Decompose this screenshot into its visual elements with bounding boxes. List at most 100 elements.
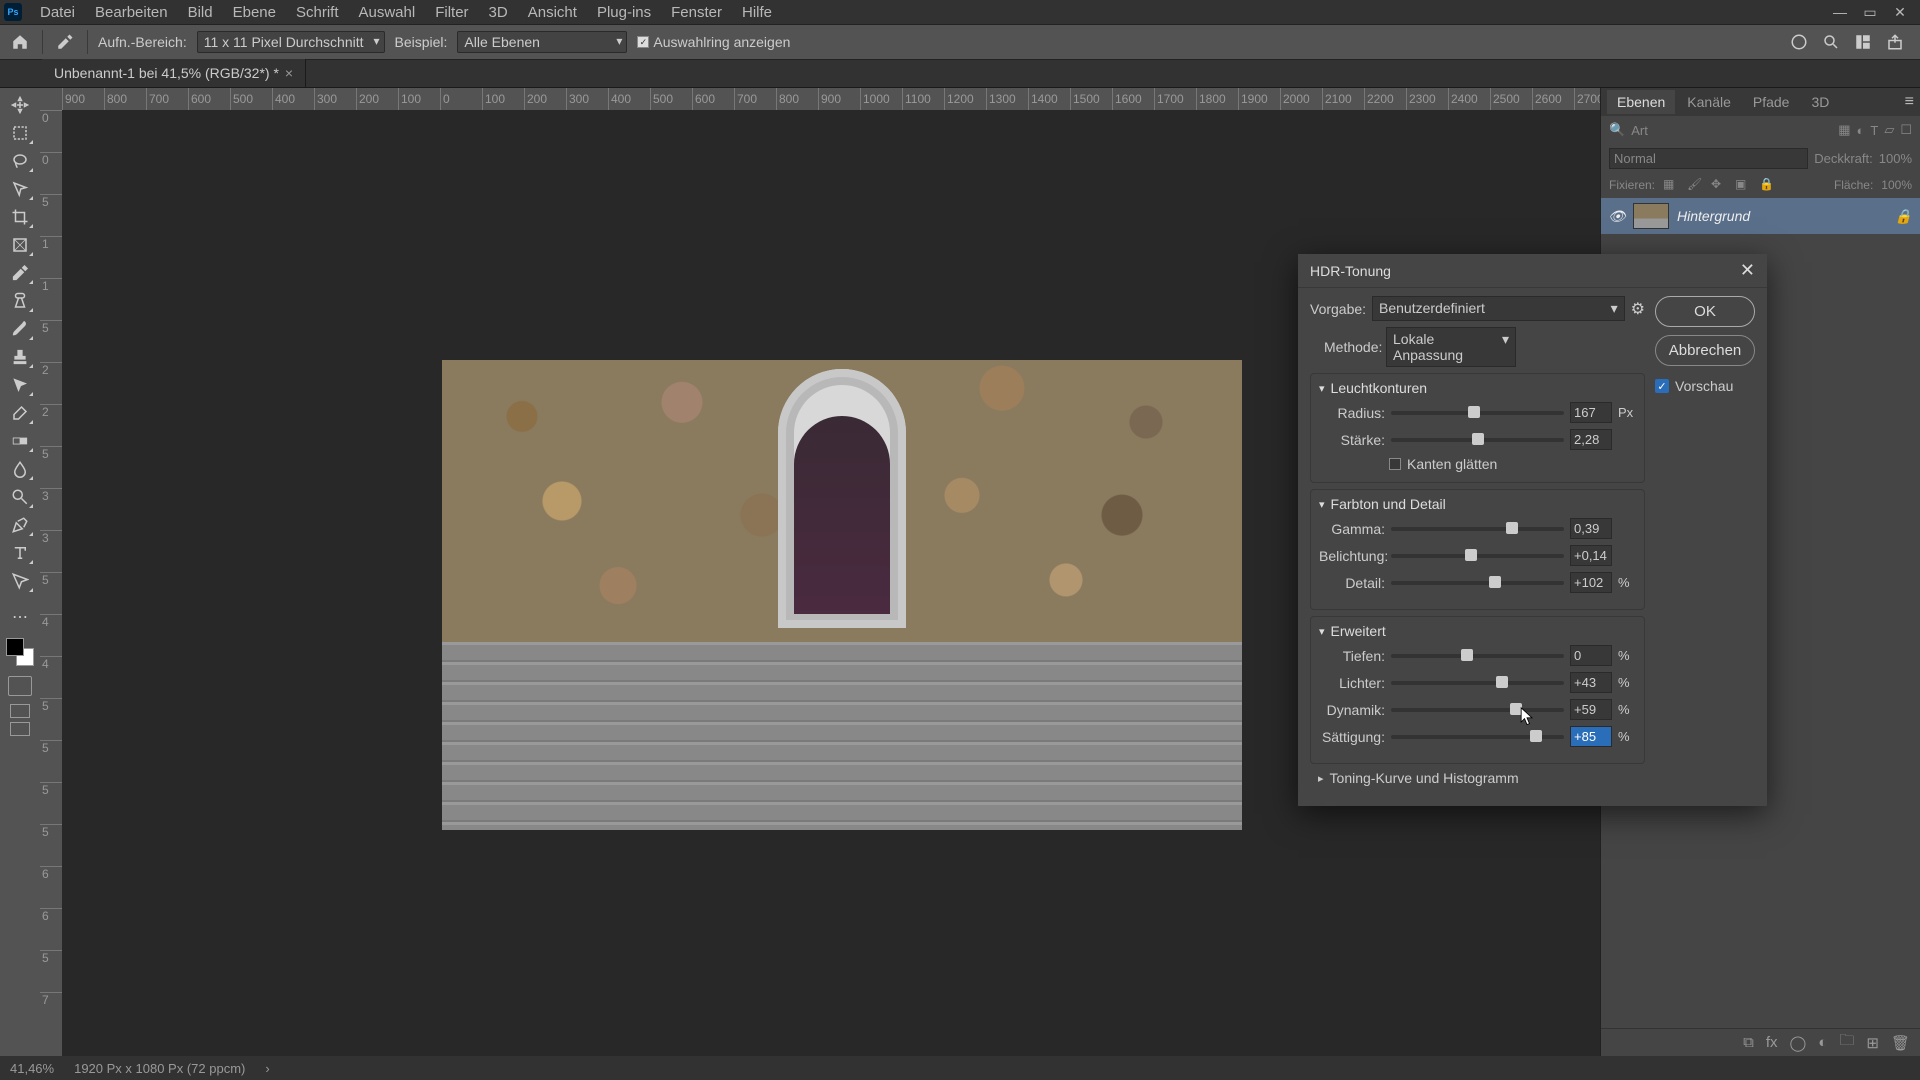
menu-ansicht[interactable]: Ansicht [518, 4, 587, 21]
radius-input[interactable]: 167 [1570, 402, 1612, 423]
sample-size-select[interactable]: 11 x 11 Pixel Durchschnitt [197, 31, 385, 53]
ruler-origin[interactable] [40, 88, 62, 110]
exposure-slider[interactable] [1391, 554, 1564, 558]
sample-layer-select[interactable]: Alle Ebenen [457, 31, 627, 53]
selection-tool-icon[interactable] [5, 176, 35, 202]
document-image[interactable] [442, 360, 1242, 830]
menu-schrift[interactable]: Schrift [286, 4, 349, 21]
edge-glow-header[interactable]: ▾Leuchtkonturen [1319, 380, 1636, 396]
eyedropper-tool-icon[interactable] [5, 260, 35, 286]
quick-mask-icon[interactable] [8, 676, 32, 696]
move-tool-icon[interactable] [5, 92, 35, 118]
document-info[interactable]: 1920 Px x 1080 Px (72 ppcm) [74, 1061, 245, 1076]
strength-slider[interactable] [1391, 438, 1564, 442]
saturation-slider[interactable] [1391, 735, 1564, 739]
show-ring-checkbox[interactable]: ✓Auswahlring anzeigen [637, 34, 790, 50]
new-layer-icon[interactable]: ⊞ [1866, 1034, 1879, 1052]
detail-slider[interactable] [1391, 581, 1564, 585]
lock-artboard-icon[interactable]: ▣ [1735, 177, 1751, 193]
menu-auswahl[interactable]: Auswahl [349, 4, 426, 21]
menu-bearbeiten[interactable]: Bearbeiten [85, 4, 178, 21]
tab-pfade[interactable]: Pfade [1743, 90, 1800, 114]
screen-mode-icon[interactable] [10, 704, 30, 718]
menu-3d[interactable]: 3D [479, 4, 518, 21]
vertical-ruler[interactable]: 0051152253354455556657 [40, 110, 62, 1056]
filter-type-icon[interactable]: T [1870, 123, 1878, 138]
frame-tool-icon[interactable] [5, 232, 35, 258]
detail-input[interactable]: +102 [1570, 572, 1612, 593]
marquee-tool-icon[interactable] [5, 120, 35, 146]
layer-style-icon[interactable]: fx [1766, 1034, 1778, 1051]
cancel-button[interactable]: Abbrechen [1655, 335, 1755, 366]
gamma-input[interactable]: 0,39 [1570, 518, 1612, 539]
status-arrow-icon[interactable]: › [265, 1061, 269, 1076]
menu-hilfe[interactable]: Hilfe [732, 4, 782, 21]
highlight-slider[interactable] [1391, 681, 1564, 685]
layer-mask-icon[interactable]: ◯ [1790, 1034, 1807, 1052]
screen-mode-icon[interactable] [10, 722, 30, 736]
dialog-titlebar[interactable]: HDR-Tonung ✕ [1298, 254, 1767, 288]
lasso-tool-icon[interactable] [5, 148, 35, 174]
menu-ebene[interactable]: Ebene [223, 4, 286, 21]
tab-3d[interactable]: 3D [1801, 90, 1839, 114]
close-tab-icon[interactable]: × [285, 65, 293, 81]
exposure-input[interactable]: +0,14 [1570, 545, 1612, 566]
panel-menu-icon[interactable]: ≡ [1905, 93, 1914, 111]
layer-item[interactable]: 👁 Hintergrund 🔒 [1601, 198, 1920, 234]
preset-options-icon[interactable]: ⚙ [1631, 299, 1645, 319]
opacity-value[interactable]: 100% [1879, 151, 1912, 166]
preview-checkbox[interactable]: ✓Vorschau [1655, 378, 1755, 394]
menu-filter[interactable]: Filter [425, 4, 478, 21]
type-tool-icon[interactable] [5, 540, 35, 566]
search-icon[interactable] [1822, 33, 1840, 51]
shadow-input[interactable]: 0 [1570, 645, 1612, 666]
history-brush-icon[interactable] [5, 372, 35, 398]
filter-adjust-icon[interactable]: ◐ [1857, 123, 1865, 138]
pen-tool-icon[interactable] [5, 512, 35, 538]
filter-pixel-icon[interactable]: ▦ [1838, 122, 1850, 138]
dialog-close-icon[interactable]: ✕ [1740, 260, 1755, 281]
filter-shape-icon[interactable]: ▱ [1884, 122, 1894, 138]
fill-value[interactable]: 100% [1881, 178, 1912, 192]
saturation-input[interactable]: +85 [1570, 726, 1612, 747]
lock-all-icon[interactable]: 🔒 [1759, 177, 1775, 193]
brush-tool-icon[interactable] [5, 316, 35, 342]
tab-kanaele[interactable]: Kanäle [1677, 90, 1741, 114]
lock-transparency-icon[interactable]: ▦ [1663, 177, 1679, 193]
lock-position-icon[interactable]: ✥ [1711, 177, 1727, 193]
smooth-edges-checkbox[interactable]: Kanten glätten [1389, 456, 1636, 472]
ok-button[interactable]: OK [1655, 296, 1755, 327]
layer-group-icon[interactable]: 🗀 [1839, 1030, 1854, 1055]
window-restore-icon[interactable]: ▭ [1860, 4, 1880, 21]
stamp-tool-icon[interactable] [5, 344, 35, 370]
vibrance-slider[interactable] [1391, 708, 1564, 712]
strength-input[interactable]: 2,28 [1570, 429, 1612, 450]
vibrance-input[interactable]: +59 [1570, 699, 1612, 720]
link-layers-icon[interactable]: ⧉ [1743, 1034, 1754, 1051]
advanced-header[interactable]: ▾Erweitert [1319, 623, 1636, 639]
dodge-tool-icon[interactable] [5, 484, 35, 510]
menu-plugins[interactable]: Plug-ins [587, 4, 661, 21]
tab-ebenen[interactable]: Ebenen [1607, 90, 1675, 114]
layer-lock-icon[interactable]: 🔒 [1895, 208, 1912, 225]
edit-toolbar-icon[interactable]: ⋯ [5, 604, 35, 630]
cloud-docs-icon[interactable] [1790, 33, 1808, 51]
menu-fenster[interactable]: Fenster [661, 4, 732, 21]
menu-bild[interactable]: Bild [178, 4, 223, 21]
highlight-input[interactable]: +43 [1570, 672, 1612, 693]
radius-slider[interactable] [1391, 411, 1564, 415]
lock-pixels-icon[interactable]: 🖌 [1687, 177, 1703, 193]
healing-tool-icon[interactable] [5, 288, 35, 314]
eraser-tool-icon[interactable] [5, 400, 35, 426]
eyedropper-tool-icon[interactable] [53, 30, 77, 54]
method-select[interactable]: Lokale Anpassung▾ [1386, 327, 1516, 367]
window-close-icon[interactable]: ✕ [1890, 4, 1910, 21]
crop-tool-icon[interactable] [5, 204, 35, 230]
shadow-slider[interactable] [1391, 654, 1564, 658]
workspace-icon[interactable] [1854, 33, 1872, 51]
share-icon[interactable] [1886, 33, 1904, 51]
preset-select[interactable]: Benutzerdefiniert▾ [1372, 296, 1625, 321]
layer-visibility-icon[interactable]: 👁 [1609, 208, 1625, 224]
menu-datei[interactable]: Datei [30, 4, 85, 21]
blend-mode-select[interactable]: Normal [1609, 148, 1808, 169]
